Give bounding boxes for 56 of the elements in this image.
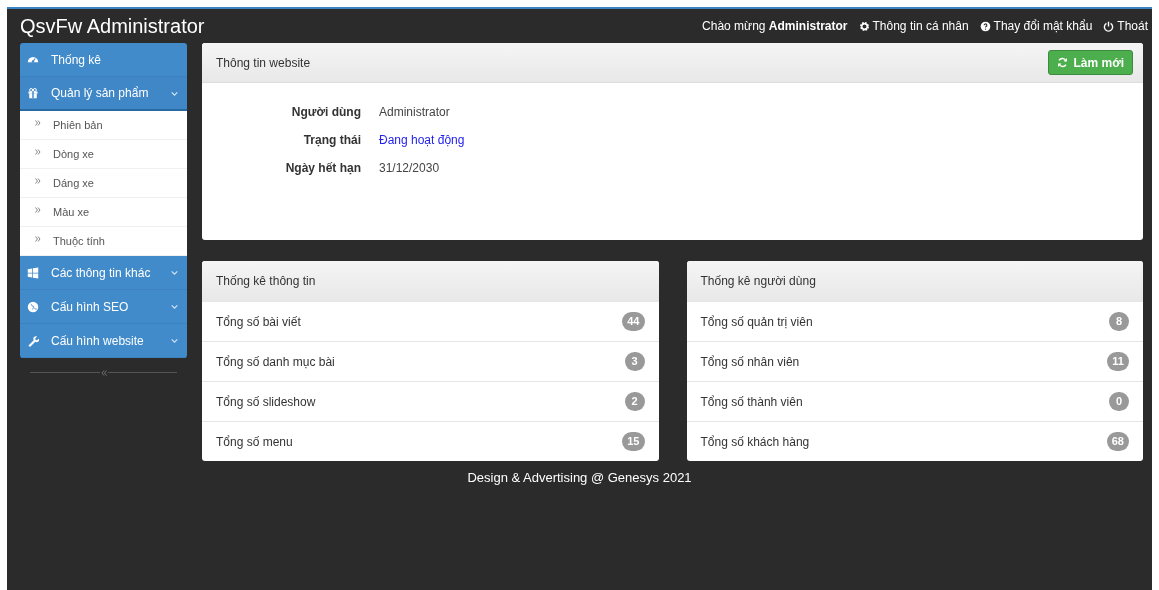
row-label: Tổng số quản trị viên xyxy=(700,314,813,329)
collapse-icon xyxy=(99,369,108,377)
submenu-item[interactable]: Thuộc tính xyxy=(20,227,187,256)
footer-text: Design & Advertising @ Genesys 2021 xyxy=(467,470,692,485)
chevron-icon xyxy=(170,268,179,277)
count-badge: 3 xyxy=(624,352,645,371)
double-chevron-icon xyxy=(34,234,42,243)
help-icon xyxy=(979,20,991,32)
count-badge: 0 xyxy=(1109,392,1129,411)
field-value: Administrator xyxy=(379,105,451,119)
double-chevron-icon xyxy=(34,118,42,127)
field-label: Trạng thái xyxy=(302,133,361,147)
count-badge: 8 xyxy=(1109,312,1129,331)
row-label: Tổng số menu xyxy=(216,434,293,449)
refresh-icon xyxy=(1057,57,1069,68)
chevron-icon xyxy=(170,302,179,311)
header-link[interactable]: Thông tin cá nhân xyxy=(858,19,969,33)
count-badge: 44 xyxy=(622,312,645,331)
sidebar-item[interactable]: Cấu hình SEO xyxy=(20,290,187,324)
submenu-item[interactable]: Phiên bản xyxy=(20,111,187,140)
submenu-item[interactable]: Màu xe xyxy=(20,198,187,227)
sidebar-item[interactable]: Các thông tin khác xyxy=(20,256,187,290)
power-icon xyxy=(1103,20,1115,32)
app-title: QsvFw Administrator xyxy=(20,14,205,38)
double-chevron-icon xyxy=(34,147,42,156)
submenu-item[interactable]: Dòng xe xyxy=(20,140,187,169)
row-label: Tổng số bài viết xyxy=(216,314,301,329)
row-label: Tổng số thành viên xyxy=(700,394,803,409)
row-label: Tổng số slideshow xyxy=(216,394,316,409)
field-value: 31/12/2030 xyxy=(379,161,441,175)
panel-title: Thống kê thông tin xyxy=(216,274,316,288)
header-link[interactable]: Thoát xyxy=(1103,19,1148,33)
welcome-text: Chào mừng Administrator xyxy=(702,19,848,33)
field-label: Người dùng xyxy=(290,105,361,119)
sidebar-item[interactable]: Cấu hình website xyxy=(20,324,187,358)
double-chevron-icon xyxy=(34,176,42,185)
gift-icon xyxy=(27,87,39,99)
chevron-icon xyxy=(170,336,179,345)
header-link[interactable]: Thay đổi mật khẩu xyxy=(979,19,1093,33)
sidebar-item[interactable]: Quản lý sản phẩm xyxy=(20,77,187,111)
windows-icon xyxy=(27,266,39,279)
settings-icon xyxy=(858,20,870,32)
wrench-icon xyxy=(27,334,39,347)
status-link[interactable]: Đang hoạt động xyxy=(379,133,465,147)
row-label: Tổng số danh mục bài xyxy=(216,354,335,369)
panel-title: Thống kê người dùng xyxy=(700,274,816,288)
count-badge: 68 xyxy=(1106,432,1129,451)
count-badge: 15 xyxy=(622,432,645,451)
submenu-item[interactable]: Dáng xe xyxy=(20,169,187,198)
panel-title: Thông tin website xyxy=(216,55,311,70)
field-label: Ngày hết hạn xyxy=(284,161,361,175)
count-badge: 2 xyxy=(624,392,645,411)
row-label: Tổng số nhân viên xyxy=(700,354,800,369)
double-chevron-icon xyxy=(34,205,42,214)
row-label: Tổng số khách hàng xyxy=(700,434,810,449)
count-badge: 11 xyxy=(1107,352,1129,371)
